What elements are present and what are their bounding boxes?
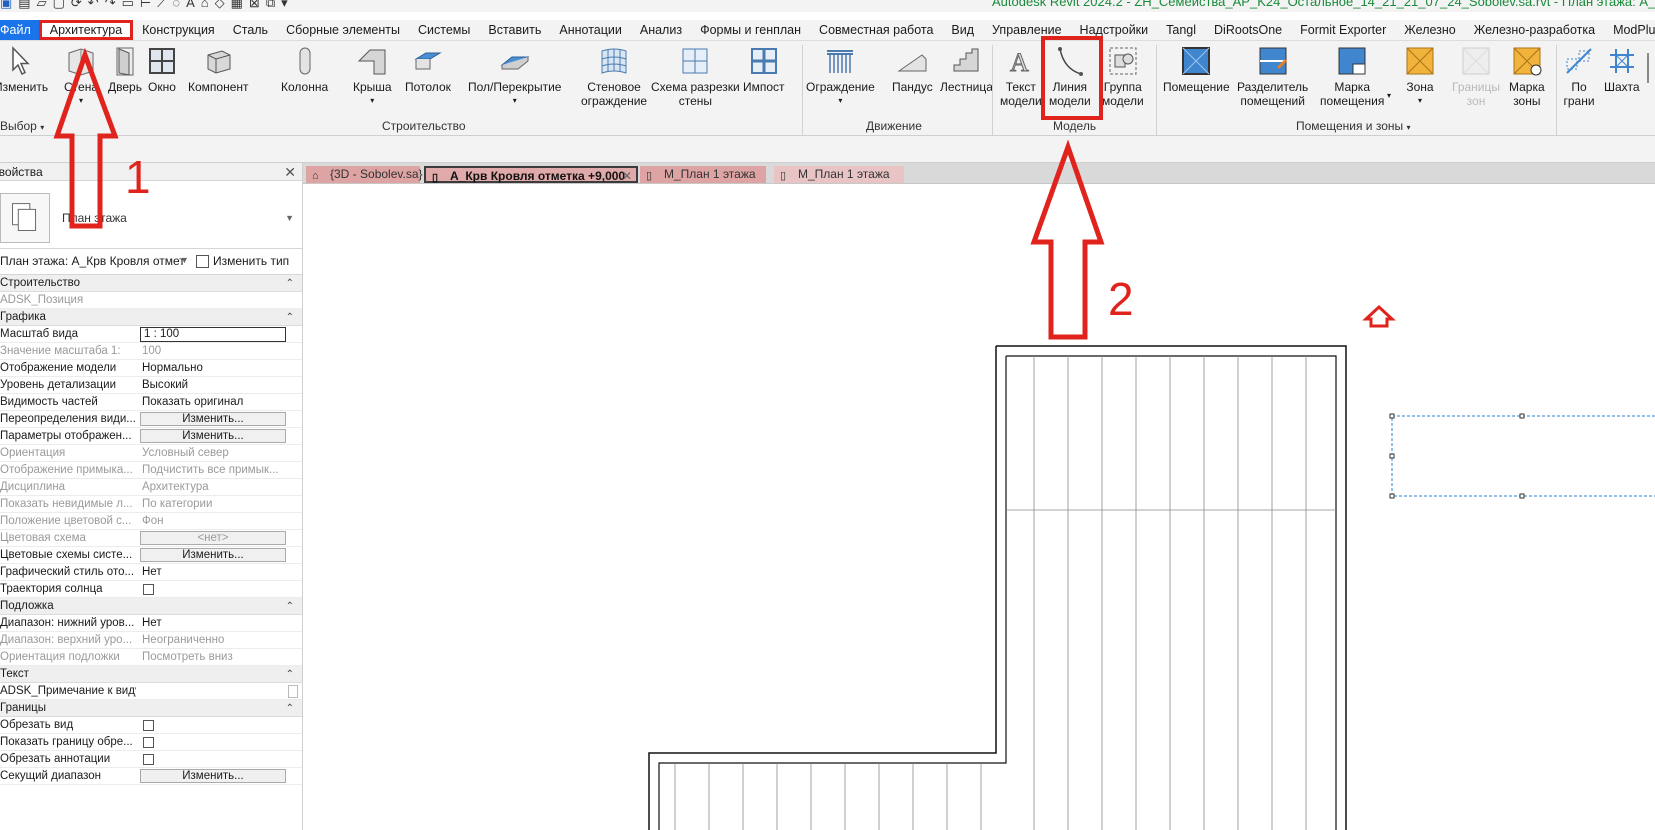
annotation-number-2: 2 xyxy=(1108,273,1134,325)
annotation-overlay xyxy=(53,36,1105,340)
revit-window: ▣ ▤ ▱ ▢ ⟳ ↶ ↷ ▭ ⊢ ⟋ ◌ A ⌂ ◇ ▦ ⊠ ⧉ ▾ Auto… xyxy=(0,0,1655,830)
red-arrow-1-icon xyxy=(53,47,119,229)
red-arrow-2-icon xyxy=(1030,139,1105,340)
annotation-number-1: 1 xyxy=(125,151,151,203)
model-line-highlight-box xyxy=(1041,36,1103,120)
